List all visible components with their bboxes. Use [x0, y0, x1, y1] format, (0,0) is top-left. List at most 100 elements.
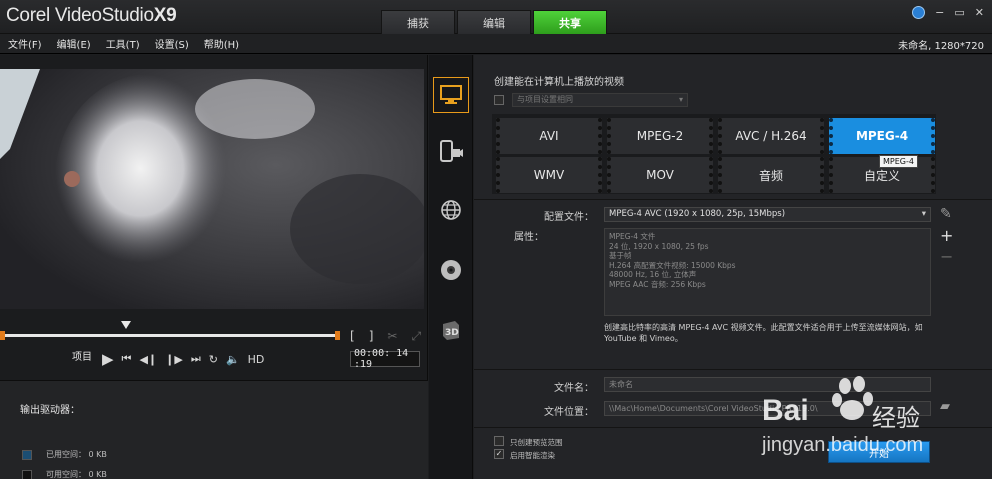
trim-start-handle[interactable]: [0, 331, 5, 340]
format-avc-h264[interactable]: AVC / H.264: [718, 118, 824, 154]
restore-icon[interactable]: ▭: [954, 6, 964, 19]
attributes-box: MPEG-4 文件 24 位, 1920 x 1080, 25 fps 基于帧 …: [604, 228, 931, 316]
preset-checkbox[interactable]: [494, 95, 504, 105]
divider: [474, 427, 992, 428]
profile-dropdown[interactable]: MPEG-4 AVC (1920 x 1080, 25p, 15Mbps) ▾: [604, 207, 931, 222]
mark-out-button[interactable]: ]: [369, 329, 374, 344]
output-drive-panel: 输出驱动器： 已用空间： 0 KB 可用空间： 0 KB: [0, 380, 428, 479]
tab-share[interactable]: 共享: [533, 10, 607, 34]
profile-dropdown-value: MPEG-4 AVC (1920 x 1080, 25p, 15Mbps): [609, 209, 786, 219]
computer-icon: [440, 85, 462, 104]
render-range-checkbox[interactable]: [494, 436, 504, 446]
tab-capture[interactable]: 捕获: [381, 10, 455, 34]
web-globe-icon: [441, 200, 461, 220]
folder-icon[interactable]: ▰: [940, 399, 950, 414]
menu-settings[interactable]: 设置(S): [155, 36, 189, 51]
free-space-swatch: [22, 469, 32, 479]
timecode-display[interactable]: 00:00: 14 :19: [350, 348, 420, 370]
menu-tools[interactable]: 工具(T): [106, 36, 140, 51]
share-panel: 创建能在计算机上播放的视频 与项目设置相同 ▾ AVI MPEG-2 AVC /…: [474, 55, 992, 479]
used-space-legend: 已用空间： 0 KB: [22, 449, 107, 460]
location-label: 文件位置：: [544, 407, 594, 418]
timecode-value: 00:00: 14 :19: [354, 348, 409, 370]
mode-tabs: 捕获 编辑 共享: [381, 10, 607, 34]
filename-input[interactable]: 未命名: [604, 377, 931, 392]
location-value: \\Mac\Home\Documents\Corel VideoStudio P…: [609, 404, 818, 413]
chevron-down-icon: ▾: [678, 95, 683, 104]
divider: [474, 369, 992, 370]
minimize-icon[interactable]: −: [935, 6, 944, 19]
step-back-icon[interactable]: ◀❙: [139, 353, 157, 366]
format-wmv[interactable]: WMV: [496, 157, 602, 193]
app-logo: Corel VideoStudioX9: [6, 5, 177, 27]
project-mode-label[interactable]: 项目: [72, 348, 92, 363]
window-controls: − ▭ ✕: [912, 6, 984, 19]
scrub-bar[interactable]: [3, 334, 337, 337]
location-input[interactable]: \\Mac\Home\Documents\Corel VideoStudio P…: [604, 401, 931, 416]
edit-profile-icon[interactable]: ✎: [940, 206, 952, 222]
attributes-label: 属性：: [514, 232, 544, 243]
attribute-line: 基于帧: [609, 251, 632, 260]
menu-help[interactable]: 帮助(H): [204, 36, 239, 51]
drive-title: 输出驱动器：: [20, 405, 80, 416]
skip-start-icon[interactable]: ⏮: [122, 352, 132, 366]
category-device[interactable]: [433, 133, 469, 169]
transport-controls: ▶ ⏮ ◀❙ ❙▶ ⏭ ↻ 🔈 HD: [102, 350, 264, 368]
menu-edit[interactable]: 编辑(E): [57, 36, 91, 51]
chevron-down-icon: ▾: [921, 209, 926, 219]
start-button[interactable]: 开始: [828, 441, 930, 463]
attribute-line: 48000 Hz, 16 位, 立体声: [609, 270, 697, 279]
menu-bar: 文件(F) 编辑(E) 工具(T) 设置(S) 帮助(H) 未命名, 1280*…: [0, 34, 992, 54]
tab-edit[interactable]: 编辑: [457, 10, 531, 34]
used-space-swatch: [22, 449, 32, 460]
attribute-line: MPEG AAC 音频: 256 Kbps: [609, 279, 706, 289]
filename-label: 文件名：: [554, 383, 594, 394]
menu-file[interactable]: 文件(F): [8, 36, 42, 51]
category-3d[interactable]: 3D: [433, 312, 469, 348]
smart-render-checkbox[interactable]: ✓: [494, 449, 504, 459]
profile-label: 配置文件：: [544, 212, 594, 223]
mark-in-button[interactable]: [: [350, 329, 355, 344]
format-tooltip: MPEG-4: [879, 155, 918, 168]
video-preview[interactable]: [0, 69, 424, 309]
step-forward-icon[interactable]: ❙▶: [165, 353, 183, 366]
repeat-icon[interactable]: ↻: [209, 353, 218, 366]
smart-render-label: 启用智能渲染: [510, 451, 555, 460]
render-range-label: 只创建预览范围: [510, 438, 563, 447]
format-mpeg4[interactable]: MPEG-4: [829, 118, 935, 154]
add-profile-icon[interactable]: +: [940, 226, 953, 245]
trim-end-handle[interactable]: [335, 331, 340, 340]
split-icon[interactable]: ✂: [387, 329, 397, 344]
attribute-line: MPEG-4 文件: [609, 232, 656, 241]
preview-frame-image: [0, 69, 424, 309]
category-disc[interactable]: [433, 252, 469, 288]
disc-icon: [441, 260, 461, 280]
skip-end-icon[interactable]: ⏭: [191, 352, 201, 366]
close-icon[interactable]: ✕: [975, 6, 984, 19]
expand-icon[interactable]: ⤢: [411, 329, 421, 344]
play-icon[interactable]: ▶: [102, 350, 114, 368]
start-button-label: 开始: [869, 448, 889, 460]
player-panel: [ ] ✂ ⤢ 项目 ▶ ⏮ ◀❙ ❙▶ ⏭ ↻ 🔈 HD 00:00: 14 …: [0, 55, 428, 380]
category-computer[interactable]: [433, 77, 469, 113]
share-category-bar: 3D: [429, 55, 473, 479]
filename-value: 未命名: [609, 380, 633, 389]
remove-profile-icon[interactable]: −: [940, 247, 953, 266]
playhead[interactable]: [121, 321, 131, 329]
format-avi[interactable]: AVI: [496, 118, 602, 154]
globe-icon[interactable]: [912, 6, 926, 19]
volume-icon[interactable]: 🔈: [226, 353, 240, 366]
attribute-line: 24 位, 1920 x 1080, 25 fps: [609, 241, 709, 251]
used-space-label: 已用空间： 0 KB: [46, 450, 107, 459]
format-mov[interactable]: MOV: [607, 157, 713, 193]
format-mpeg2[interactable]: MPEG-2: [607, 118, 713, 154]
title-bar: Corel VideoStudioX9 捕获 编辑 共享 − ▭ ✕: [0, 0, 992, 34]
format-grid: AVI MPEG-2 AVC / H.264 MPEG-4 WMV MOV 音频…: [492, 114, 936, 194]
category-web[interactable]: [433, 192, 469, 228]
free-space-legend: 可用空间： 0 KB: [22, 469, 107, 479]
divider: [474, 199, 992, 200]
preset-dropdown-value: 与项目设置相同: [517, 95, 573, 104]
preset-dropdown[interactable]: 与项目设置相同 ▾: [512, 93, 688, 107]
format-audio[interactable]: 音频: [718, 157, 824, 193]
hd-toggle[interactable]: HD: [248, 353, 265, 366]
